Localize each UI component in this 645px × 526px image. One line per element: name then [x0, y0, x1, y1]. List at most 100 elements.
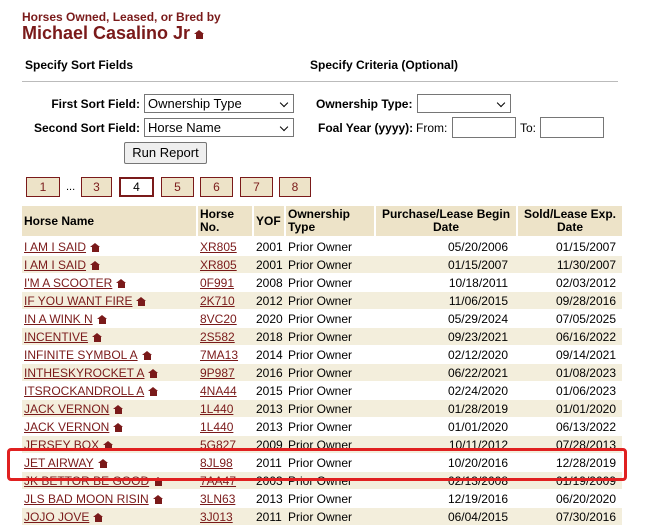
run-report-button[interactable]: Run Report: [124, 142, 207, 164]
begin-date-cell: 11/06/2015: [448, 294, 508, 308]
horse-no-link[interactable]: 2K710: [200, 294, 235, 308]
horse-no-link[interactable]: XR805: [200, 240, 237, 254]
home-icon[interactable]: [90, 243, 101, 253]
page-6-button[interactable]: 6: [200, 177, 233, 197]
table-row: IF YOU WANT FIRE 2K710 2012 Prior Owner 11/0…: [22, 292, 622, 310]
first-sort-select[interactable]: Ownership Type: [144, 94, 294, 113]
end-date-cell: 07/30/2016: [555, 510, 616, 524]
col-begin-date[interactable]: Purchase/Lease Begin Date: [376, 206, 516, 236]
horse-name-cell: JACK VERNON: [24, 418, 196, 436]
home-icon[interactable]: [141, 351, 153, 361]
foal-year-to-input[interactable]: [540, 117, 604, 138]
horse-name-link[interactable]: I'M A SCOOTER: [24, 276, 112, 290]
yof-cell: 2008: [256, 274, 286, 292]
ownership-type-cell: Prior Owner: [288, 402, 353, 416]
yof-cell: 2016: [256, 366, 283, 380]
horse-no-link[interactable]: 3J013: [200, 510, 233, 524]
horse-no-cell: XR805: [200, 256, 252, 274]
ownership-type-cell: Prior Owner: [288, 310, 376, 328]
ownership-type-cell: Prior Owner: [288, 364, 376, 382]
col-yof[interactable]: YOF: [254, 206, 284, 236]
begin-date-cell: 06/22/2021: [376, 364, 508, 382]
page-4-current: 4: [119, 177, 154, 197]
end-date-cell: 09/14/2021: [518, 346, 616, 364]
horse-no-link[interactable]: 0F991: [200, 276, 234, 290]
horse-name-link[interactable]: I AM I SAID: [24, 240, 86, 254]
horse-no-cell: 3J013: [200, 508, 252, 526]
begin-date-cell: 05/20/2006: [376, 238, 508, 256]
horse-no-link[interactable]: XR805: [200, 258, 237, 272]
horse-no-link[interactable]: 7MA13: [200, 348, 238, 362]
horse-no-link[interactable]: 1L440: [200, 402, 233, 416]
page-3-button[interactable]: 3: [81, 177, 112, 197]
horse-name-link[interactable]: INCENTIVE: [24, 330, 88, 344]
horse-no-link[interactable]: 2S582: [200, 330, 235, 344]
horse-name-link[interactable]: IN A WINK N: [24, 312, 93, 326]
ownership-type-select[interactable]: [417, 94, 511, 113]
foal-year-from-input[interactable]: [452, 117, 516, 138]
home-icon[interactable]: [194, 29, 205, 39]
page-1-button[interactable]: 1: [26, 177, 60, 197]
sort-fields-heading: Specify Sort Fields: [25, 58, 134, 72]
col-horse-no[interactable]: Horse No.: [198, 206, 252, 236]
end-date-cell: 09/28/2016: [555, 294, 616, 308]
page-7-button[interactable]: 7: [240, 177, 273, 197]
yof-cell: 2001: [256, 256, 286, 274]
horse-name-link[interactable]: JACK VERNON: [24, 402, 109, 416]
horse-no-cell: 0F991: [200, 274, 252, 292]
horse-name-link[interactable]: IF YOU WANT FIRE: [24, 294, 132, 308]
page-5-button[interactable]: 5: [161, 177, 194, 197]
begin-date-cell: 02/24/2020: [447, 384, 508, 398]
ownership-type-cell: Prior Owner: [288, 492, 353, 506]
home-icon[interactable]: [113, 423, 124, 433]
horse-name-cell: INFINITE SYMBOL A: [24, 346, 196, 364]
end-date-cell: 01/06/2023: [555, 384, 616, 398]
page-8-button[interactable]: 8: [279, 177, 311, 197]
home-icon[interactable]: [96, 315, 108, 325]
horse-name-link[interactable]: I AM I SAID: [24, 258, 86, 272]
ownership-type-cell: Prior Owner: [288, 238, 376, 256]
col-horse-name[interactable]: Horse Name: [22, 206, 196, 236]
end-date-cell: 01/06/2023: [518, 382, 616, 400]
highlight-box: [7, 448, 627, 481]
horse-name-link[interactable]: JACK VERNON: [24, 420, 109, 434]
table-row: INFINITE SYMBOL A 7MA13 2014 Prior Owner 02/…: [22, 346, 622, 364]
home-icon[interactable]: [113, 405, 124, 415]
home-icon[interactable]: [152, 495, 164, 505]
home-icon[interactable]: [116, 279, 127, 289]
horse-name-link[interactable]: JLS BAD MOON RISIN: [24, 492, 149, 506]
home-icon[interactable]: [148, 369, 159, 379]
ownership-type-cell: Prior Owner: [288, 294, 353, 308]
end-date-cell: 01/08/2023: [555, 366, 616, 380]
horse-no-link[interactable]: 1L440: [200, 420, 233, 434]
page-subtitle: Horses Owned, Leased, or Bred by: [22, 10, 221, 24]
end-date-cell: 01/08/2023: [518, 364, 616, 382]
horse-no-link[interactable]: 3LN63: [200, 492, 235, 506]
horse-no-link[interactable]: 8VC20: [200, 312, 237, 326]
horse-no-cell: 2S582: [200, 328, 252, 346]
horse-no-cell: 7MA13: [200, 346, 252, 364]
home-icon[interactable]: [90, 261, 101, 271]
home-icon[interactable]: [148, 387, 159, 397]
col-end-date[interactable]: Sold/Lease Exp. Date: [518, 206, 622, 236]
yof-cell: 2020: [256, 310, 286, 328]
end-date-cell: 06/20/2020: [518, 490, 616, 508]
horse-name-link[interactable]: INFINITE SYMBOL A: [24, 348, 138, 362]
begin-date-cell: 02/24/2020: [376, 382, 508, 400]
home-icon[interactable]: [136, 297, 147, 307]
horse-no-link[interactable]: 4NA44: [200, 384, 237, 398]
table-row: INTHESKYROCKET A 9P987 2016 Prior Owner 06/2…: [22, 364, 622, 382]
end-date-cell: 02/03/2012: [518, 274, 616, 292]
second-sort-select[interactable]: Horse Name: [144, 118, 294, 137]
horse-name-link[interactable]: JOJO JOVE: [24, 510, 89, 524]
horse-name-cell: I AM I SAID: [24, 238, 196, 256]
col-ownership-type[interactable]: Ownership Type: [286, 206, 374, 236]
home-icon[interactable]: [92, 333, 103, 343]
begin-date-cell: 01/15/2007: [447, 258, 508, 272]
ownership-type-cell: Prior Owner: [288, 348, 353, 362]
horse-name-link[interactable]: ITSROCKANDROLL A: [24, 384, 144, 398]
end-date-cell: 02/03/2012: [555, 276, 616, 290]
horse-no-link[interactable]: 9P987: [200, 366, 235, 380]
begin-date-cell: 05/29/2024: [447, 312, 508, 326]
horse-name-link[interactable]: INTHESKYROCKET A: [24, 366, 144, 380]
